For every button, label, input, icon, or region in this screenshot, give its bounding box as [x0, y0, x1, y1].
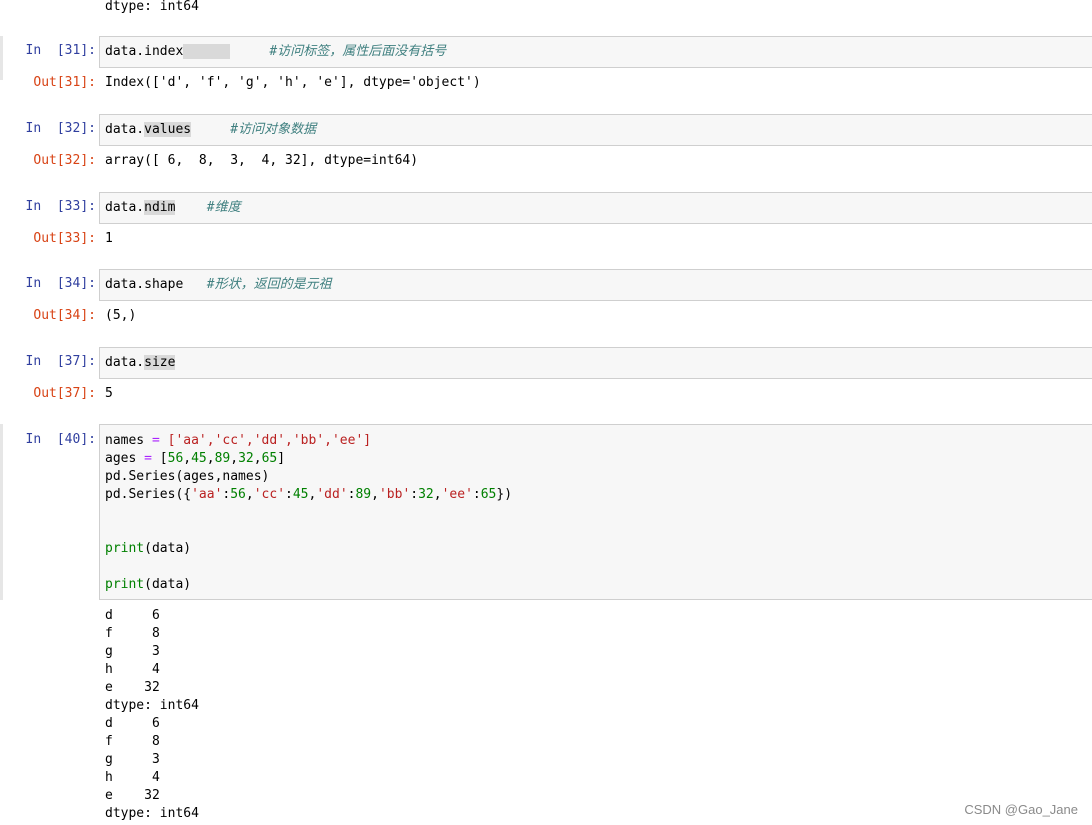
code-line-1: names = ['aa','cc','dd','bb','ee']	[105, 433, 372, 448]
cell-output: (5,)	[105, 308, 137, 323]
code-line-print-1: print(data)	[105, 541, 192, 556]
output-line: g 3	[105, 644, 160, 659]
cell-output: array([ 6, 8, 3, 4, 32], dtype=int64)	[105, 153, 419, 168]
cell-output: 5	[105, 386, 113, 401]
cell-output: Index(['d', 'f', 'g', 'h', 'e'], dtype='…	[105, 75, 481, 90]
code-text: data.	[105, 355, 145, 370]
code-input[interactable]: data.shape #形状，返回的是元祖	[99, 269, 1092, 301]
code-input[interactable]: data.index #访问标签，属性后面没有括号	[99, 36, 1092, 68]
code-text: data.	[105, 200, 145, 215]
output-line: h 4	[105, 662, 160, 677]
in-prompt: In [40]:	[25, 432, 96, 447]
output-line: h 4	[105, 770, 160, 785]
code-input[interactable]: data.ndim #维度	[99, 192, 1092, 224]
in-prompt: In [37]:	[25, 354, 96, 369]
out-prompt: Out[37]:	[33, 386, 96, 401]
out-prompt: Out[34]:	[33, 308, 96, 323]
code-line-print-2: print(data)	[105, 577, 192, 592]
code-highlight: ndim	[144, 200, 176, 215]
code-line-4: pd.Series({'aa':56,'cc':45,'dd':89,'bb':…	[105, 487, 513, 502]
code-comment: #访问对象数据	[230, 122, 317, 137]
output-line: d 6	[105, 716, 160, 731]
output-line: f 8	[105, 734, 160, 749]
code-highlight: size	[144, 355, 176, 370]
code-highlight: values	[144, 122, 192, 137]
cell-output: d 6 f 8 g 3 h 4 e 32 dtype: int64 d 6 f …	[105, 607, 199, 823]
notebook-cell-32[interactable]: In [32]: data.values #访问对象数据 Out[32]: ar…	[0, 114, 1092, 182]
notebook-cell-40[interactable]: In [40]: names = ['aa','cc','dd','bb','e…	[0, 424, 1092, 824]
code-line-3: pd.Series(ages,names)	[105, 469, 270, 484]
code-input[interactable]: data.size	[99, 347, 1092, 379]
in-prompt: In [33]:	[25, 199, 96, 214]
out-prompt: Out[32]:	[33, 153, 96, 168]
output-line: g 3	[105, 752, 160, 767]
output-line: f 8	[105, 626, 160, 641]
code-text: data.	[105, 122, 145, 137]
in-prompt: In [32]:	[25, 121, 96, 136]
code-input[interactable]: names = ['aa','cc','dd','bb','ee'] ages …	[99, 424, 1092, 600]
code-text: data.shape	[105, 277, 184, 292]
notebook-cell-33[interactable]: In [33]: data.ndim #维度 Out[33]: 1	[0, 192, 1092, 260]
output-line: dtype: int64	[105, 806, 199, 821]
in-prompt: In [34]:	[25, 276, 96, 291]
out-prompt: Out[33]:	[33, 231, 96, 246]
cell-output: 1	[105, 231, 113, 246]
code-highlight	[183, 44, 231, 59]
notebook-cell-37[interactable]: In [37]: data.size Out[37]: 5	[0, 347, 1092, 415]
output-line: e 32	[105, 680, 160, 695]
code-input[interactable]: data.values #访问对象数据	[99, 114, 1092, 146]
out-prompt: Out[31]:	[33, 75, 96, 90]
code-text: data.index	[105, 44, 184, 59]
in-prompt: In [31]:	[25, 43, 96, 58]
notebook-cell-34[interactable]: In [34]: data.shape #形状，返回的是元祖 Out[34]: …	[0, 269, 1092, 337]
previous-output: dtype: int64	[105, 0, 199, 14]
output-line: d 6	[105, 608, 160, 623]
code-comment: #维度	[206, 200, 241, 215]
output-line: e 32	[105, 788, 160, 803]
code-comment: #形状，返回的是元祖	[206, 277, 332, 292]
watermark: CSDN @Gao_Jane	[964, 802, 1078, 817]
code-comment: #访问标签，属性后面没有括号	[269, 44, 447, 59]
code-line-2: ages = [56,45,89,32,65]	[105, 451, 286, 466]
output-line: dtype: int64	[105, 698, 199, 713]
notebook-cell-31[interactable]: In [31]: data.index #访问标签，属性后面没有括号 Out[3…	[0, 36, 1092, 104]
